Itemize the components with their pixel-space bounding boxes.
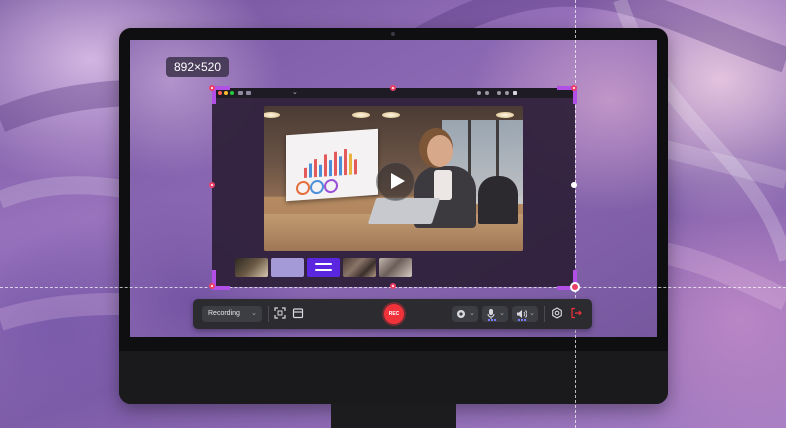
resize-handle-top-left[interactable] — [209, 85, 215, 91]
maximize-icon[interactable] — [505, 91, 509, 95]
microphone-icon — [487, 309, 495, 319]
thumbnail-meeting-photo[interactable] — [379, 258, 412, 277]
microphone-select[interactable]: ⌄ — [482, 306, 508, 322]
maximize-dot-icon[interactable] — [230, 91, 234, 95]
minimize-dot-icon[interactable] — [224, 91, 228, 95]
monitor-chin — [119, 351, 668, 404]
mode-select[interactable]: Recording ⌄ — [202, 306, 262, 322]
calendar-icon[interactable] — [292, 307, 304, 319]
record-button[interactable]: REC — [384, 304, 404, 324]
move-handle[interactable] — [570, 282, 580, 292]
chevron-down-icon: ⌄ — [251, 310, 257, 317]
ceiling-lamp — [496, 112, 514, 118]
settings-icon[interactable] — [551, 307, 563, 319]
recorder-toolbar: Recording ⌄ REC ⌄ ⌄ ⌄ — [193, 299, 592, 329]
page-icon[interactable] — [246, 91, 251, 95]
minimize-icon[interactable] — [497, 91, 501, 95]
video-player[interactable] — [264, 106, 523, 251]
resize-handle-bottom-left[interactable] — [209, 283, 215, 289]
speaker-icon — [517, 310, 527, 318]
play-icon[interactable] — [376, 162, 415, 201]
thumbnail-lavender[interactable] — [271, 258, 304, 277]
webcam-icon — [457, 310, 465, 318]
menu-icon[interactable] — [485, 91, 489, 95]
selection-size-badge: 892×520 — [166, 57, 229, 77]
divider — [268, 306, 269, 322]
resize-handle-right[interactable] — [571, 182, 577, 188]
thumbnail-office-photo[interactable] — [235, 258, 268, 277]
mode-select-value: Recording — [208, 310, 240, 317]
divider — [544, 306, 545, 322]
close-icon[interactable] — [513, 91, 517, 95]
resize-handle-top-right[interactable] — [571, 85, 577, 91]
chevron-down-icon: ⌄ — [469, 310, 475, 317]
monitor-stand — [331, 404, 456, 428]
search-icon[interactable] — [477, 91, 481, 95]
webcam-select[interactable]: ⌄ — [452, 306, 478, 322]
ceiling-lamp — [382, 112, 400, 118]
chevron-down-icon: ⌄ — [529, 310, 535, 317]
thumbnail-team-photo[interactable] — [343, 258, 376, 277]
vertical-guide-line — [575, 0, 576, 428]
chevron-down-icon: ⌄ — [499, 310, 505, 317]
resize-handle-bottom[interactable] — [390, 283, 396, 289]
tab-icon[interactable] — [238, 91, 243, 95]
presentation-board — [286, 128, 378, 202]
chevron-down-icon[interactable]: ⌄ — [292, 88, 298, 98]
region-icon[interactable] — [274, 307, 286, 319]
exit-icon[interactable] — [570, 307, 582, 319]
ceiling-lamp — [264, 112, 280, 118]
speaker-select[interactable]: ⌄ — [512, 306, 538, 322]
mic-level-meter — [488, 319, 497, 321]
resize-handle-left[interactable] — [209, 182, 215, 188]
camera-dot — [391, 32, 395, 36]
close-dot-icon[interactable] — [218, 91, 222, 95]
resize-handle-top[interactable] — [390, 85, 396, 91]
speaker-level-meter — [518, 319, 527, 321]
thumbnail-purple-slide[interactable] — [307, 258, 340, 277]
background-person — [478, 176, 518, 224]
ceiling-lamp — [352, 112, 370, 118]
laptop — [367, 198, 441, 224]
